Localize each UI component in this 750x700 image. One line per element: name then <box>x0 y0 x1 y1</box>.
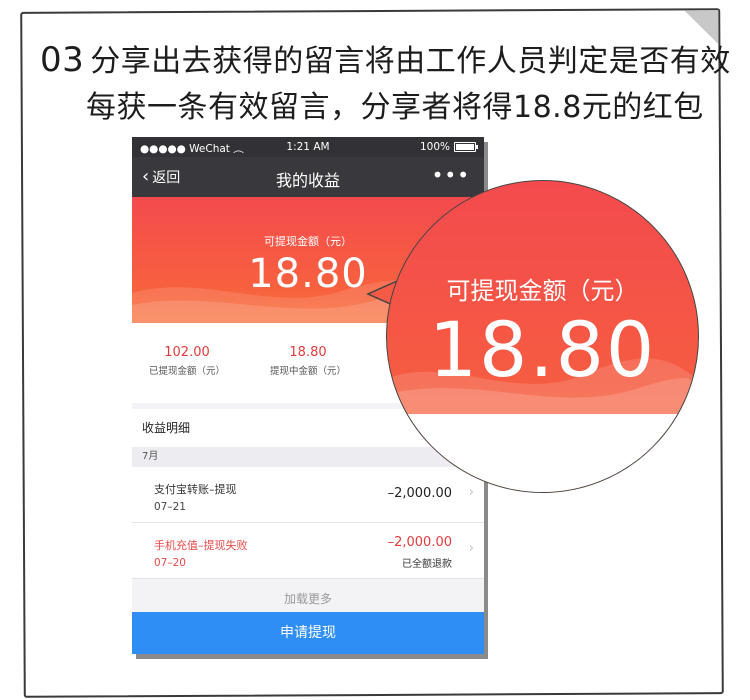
battery-icon <box>454 142 478 152</box>
battery-percent: 100% <box>419 141 450 153</box>
caption-line-2: 每获一条有效留言，分享者将得18.8元的红包 <box>86 90 704 125</box>
transaction-date: 07–21 <box>154 501 186 513</box>
status-bar: ●●●●● WeChat ︵ 1:21 AM 100% <box>132 137 484 157</box>
caption-line-1-text: 分享出去获得的留言将由工作人员判定是否有效 <box>90 44 731 79</box>
magnifier-label: 可提现金额（元） <box>446 277 639 305</box>
nav-bar: ‹ 返回 我的收益 ••• <box>132 157 484 197</box>
stat-withdrawn: 102.00 已提现金额（元） <box>132 345 242 377</box>
magnifier-callout: 可提现金额（元） 18.80 <box>386 180 699 493</box>
battery-indicator: 100% <box>419 141 478 153</box>
chevron-right-icon: › <box>468 541 474 556</box>
more-options-icon[interactable]: ••• <box>432 163 470 187</box>
magnifier-amount: 18.80 <box>428 305 657 394</box>
stat-pending-label: 提现中金额（元） <box>269 366 346 377</box>
apply-withdraw-button[interactable]: 申请提现 <box>132 612 484 654</box>
stat-pending: 18.80 提现中金额（元） <box>253 345 363 377</box>
transaction-amount: –2,000.00 <box>387 535 452 550</box>
caption-step-number: 03 <box>40 40 85 80</box>
transaction-name: 手机充值–提现失败 <box>154 539 248 552</box>
transaction-note: 已全额退款 <box>402 559 452 570</box>
transaction-name: 支付宝转账–提现 <box>154 483 237 496</box>
transaction-date: 07–20 <box>154 557 186 569</box>
stat-pending-value: 18.80 <box>289 345 327 360</box>
caption-line-1: 03 分享出去获得的留言将由工作人员判定是否有效 <box>40 36 731 80</box>
magnifier-white-area <box>387 414 698 492</box>
stat-withdrawn-value: 102.00 <box>164 345 210 360</box>
transaction-row[interactable]: 手机充值–提现失败 07–20 –2,000.00 已全额退款 › <box>132 523 484 579</box>
stat-withdrawn-label: 已提现金额（元） <box>148 366 225 377</box>
